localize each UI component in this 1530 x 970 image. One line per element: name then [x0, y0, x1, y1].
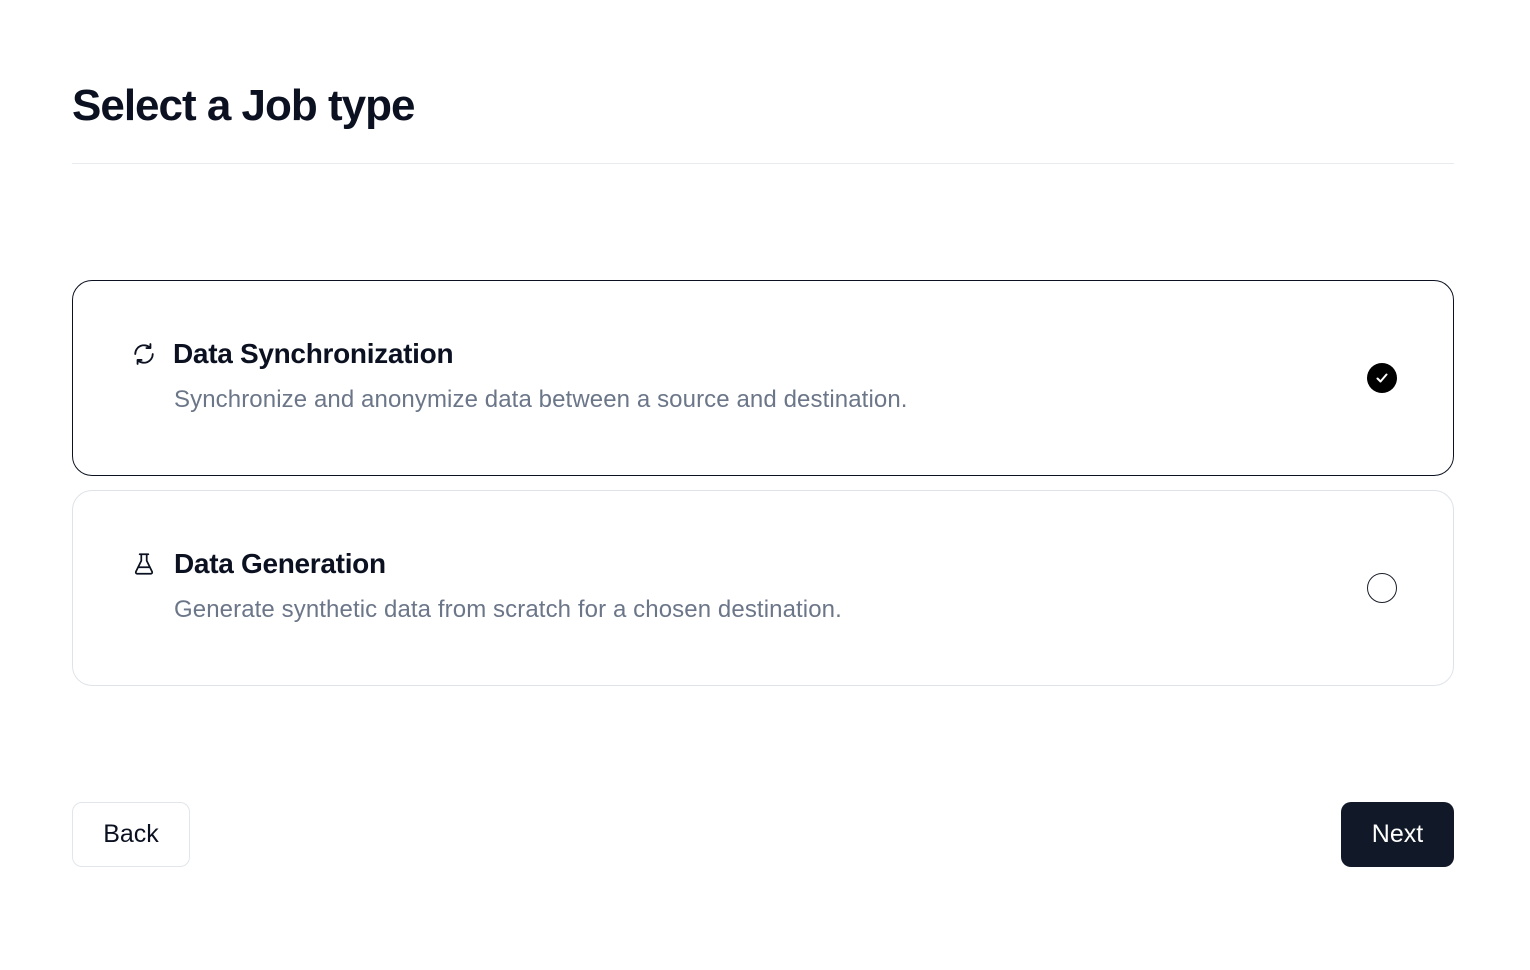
option-description: Synchronize and anonymize data between a… [174, 386, 908, 413]
flask-icon [129, 549, 159, 579]
option-card-data-synchronization[interactable]: Data Synchronization Synchronize and ano… [72, 280, 1454, 476]
option-card-data-generation[interactable]: Data Generation Generate synthetic data … [72, 490, 1454, 686]
back-button[interactable]: Back [72, 802, 190, 867]
option-title: Data Synchronization [173, 338, 454, 369]
page-title: Select a Job type [72, 81, 415, 130]
option-radio-unchecked[interactable] [1367, 573, 1397, 603]
option-radio-checked[interactable] [1367, 363, 1397, 393]
option-description: Generate synthetic data from scratch for… [174, 596, 842, 623]
sync-icon [129, 339, 159, 369]
job-type-page: Select a Job type Data Synchronization S… [0, 0, 1530, 970]
next-button[interactable]: Next [1341, 802, 1454, 867]
option-title: Data Generation [174, 548, 386, 579]
title-divider [72, 163, 1454, 164]
check-icon [1376, 373, 1388, 383]
